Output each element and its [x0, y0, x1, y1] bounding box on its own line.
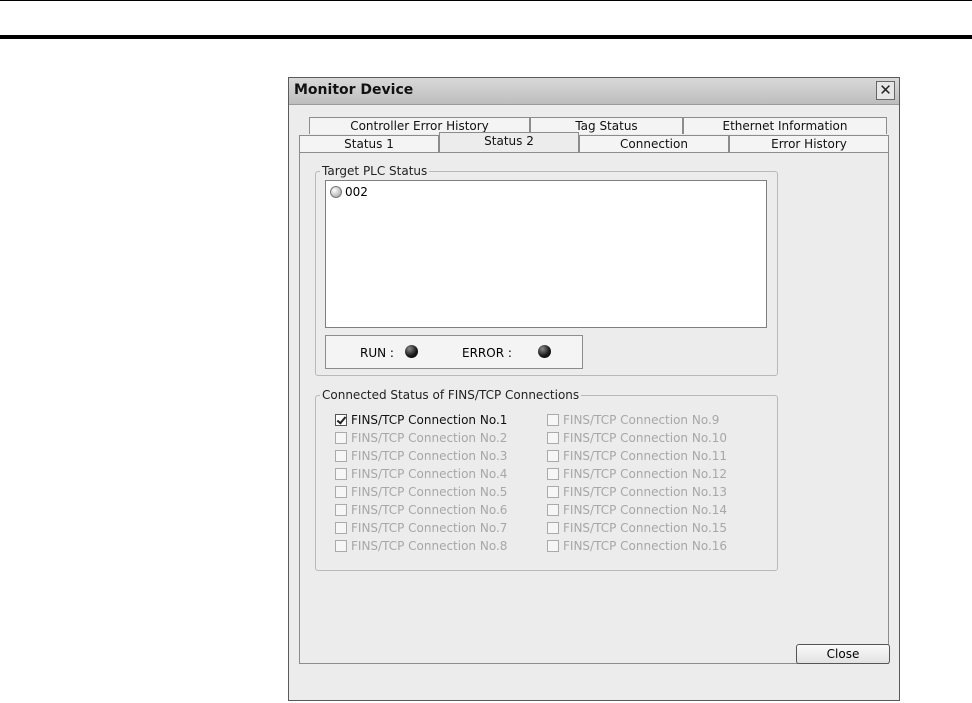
- plc-led-panel: RUN : ERROR :: [325, 335, 583, 369]
- monitor-device-dialog: Monitor Device ✕ Controller Error Histor…: [288, 77, 900, 701]
- fins-connection-15: FINS/TCP Connection No.15: [547, 521, 727, 535]
- run-led-icon: [405, 345, 418, 358]
- fins-tcp-status-label: Connected Status of FINS/TCP Connections: [320, 388, 582, 402]
- checkbox-label: FINS/TCP Connection No.12: [563, 467, 728, 481]
- fins-connection-14: FINS/TCP Connection No.14: [547, 503, 727, 517]
- dialog-titlebar: Monitor Device ✕: [289, 78, 899, 105]
- checkbox: [547, 468, 559, 480]
- checkbox: [335, 504, 347, 516]
- checkbox-label: FINS/TCP Connection No.8: [351, 539, 508, 553]
- checkbox-label: FINS/TCP Connection No.1: [351, 413, 508, 427]
- tab-status-1[interactable]: Status 1: [299, 135, 439, 152]
- checkbox: [547, 504, 559, 516]
- checkbox: [547, 522, 559, 534]
- top-rule-thick: [0, 35, 972, 39]
- tab-status-2[interactable]: Status 2: [439, 132, 579, 152]
- checkbox-label: FINS/TCP Connection No.15: [563, 521, 728, 535]
- checkbox-label: FINS/TCP Connection No.3: [351, 449, 508, 463]
- checkbox-label: FINS/TCP Connection No.7: [351, 521, 508, 535]
- close-button[interactable]: Close: [796, 644, 890, 664]
- fins-connection-12: FINS/TCP Connection No.12: [547, 467, 727, 481]
- checkbox-label: FINS/TCP Connection No.2: [351, 431, 508, 445]
- fins-connection-8: FINS/TCP Connection No.8: [335, 539, 507, 553]
- checkbox: [547, 414, 559, 426]
- dialog-title: Monitor Device: [294, 82, 414, 98]
- checkbox-label: FINS/TCP Connection No.13: [563, 485, 728, 499]
- plc-status-icon: [330, 186, 342, 198]
- close-icon[interactable]: ✕: [876, 81, 895, 100]
- checkbox-label: FINS/TCP Connection No.6: [351, 503, 508, 517]
- checkbox: [547, 486, 559, 498]
- fins-connection-3: FINS/TCP Connection No.3: [335, 449, 507, 463]
- fins-connection-11: FINS/TCP Connection No.11: [547, 449, 727, 463]
- checkbox: [547, 450, 559, 462]
- checkbox: [335, 450, 347, 462]
- fins-connection-2: FINS/TCP Connection No.2: [335, 431, 507, 445]
- tab-ethernet-information[interactable]: Ethernet Information: [683, 117, 887, 134]
- run-label: RUN :: [360, 346, 394, 360]
- checkbox: [335, 432, 347, 444]
- fins-connection-16: FINS/TCP Connection No.16: [547, 539, 727, 553]
- fins-connection-7: FINS/TCP Connection No.7: [335, 521, 507, 535]
- target-plc-status-label: Target PLC Status: [320, 164, 430, 178]
- fins-connection-9: FINS/TCP Connection No.9: [547, 413, 719, 427]
- checkbox-label: FINS/TCP Connection No.5: [351, 485, 508, 499]
- fins-connection-13: FINS/TCP Connection No.13: [547, 485, 727, 499]
- list-item[interactable]: 002: [330, 185, 368, 199]
- error-label: ERROR :: [462, 346, 512, 360]
- checkbox-label: FINS/TCP Connection No.16: [563, 539, 728, 553]
- fins-connection-5: FINS/TCP Connection No.5: [335, 485, 507, 499]
- top-rule-thin: [0, 0, 972, 1]
- checkbox: [335, 486, 347, 498]
- checkbox-label: FINS/TCP Connection No.4: [351, 467, 508, 481]
- checkbox-label: FINS/TCP Connection No.11: [563, 449, 728, 463]
- checkbox: [335, 540, 347, 552]
- target-plc-list[interactable]: 002: [325, 180, 767, 328]
- checkbox[interactable]: [335, 414, 347, 426]
- checkbox-label: FINS/TCP Connection No.9: [563, 413, 720, 427]
- fins-connection-6: FINS/TCP Connection No.6: [335, 503, 507, 517]
- checkbox: [547, 540, 559, 552]
- tab-error-history[interactable]: Error History: [729, 135, 889, 152]
- checkbox-label: FINS/TCP Connection No.10: [563, 431, 728, 445]
- checkbox: [547, 432, 559, 444]
- fins-connection-1[interactable]: FINS/TCP Connection No.1: [335, 413, 507, 427]
- tab-connection[interactable]: Connection: [579, 135, 729, 152]
- checkbox-label: FINS/TCP Connection No.14: [563, 503, 728, 517]
- plc-item-label: 002: [345, 185, 368, 199]
- fins-connection-10: FINS/TCP Connection No.10: [547, 431, 727, 445]
- error-led-icon: [538, 345, 551, 358]
- fins-connection-4: FINS/TCP Connection No.4: [335, 467, 507, 481]
- checkbox: [335, 522, 347, 534]
- checkbox: [335, 468, 347, 480]
